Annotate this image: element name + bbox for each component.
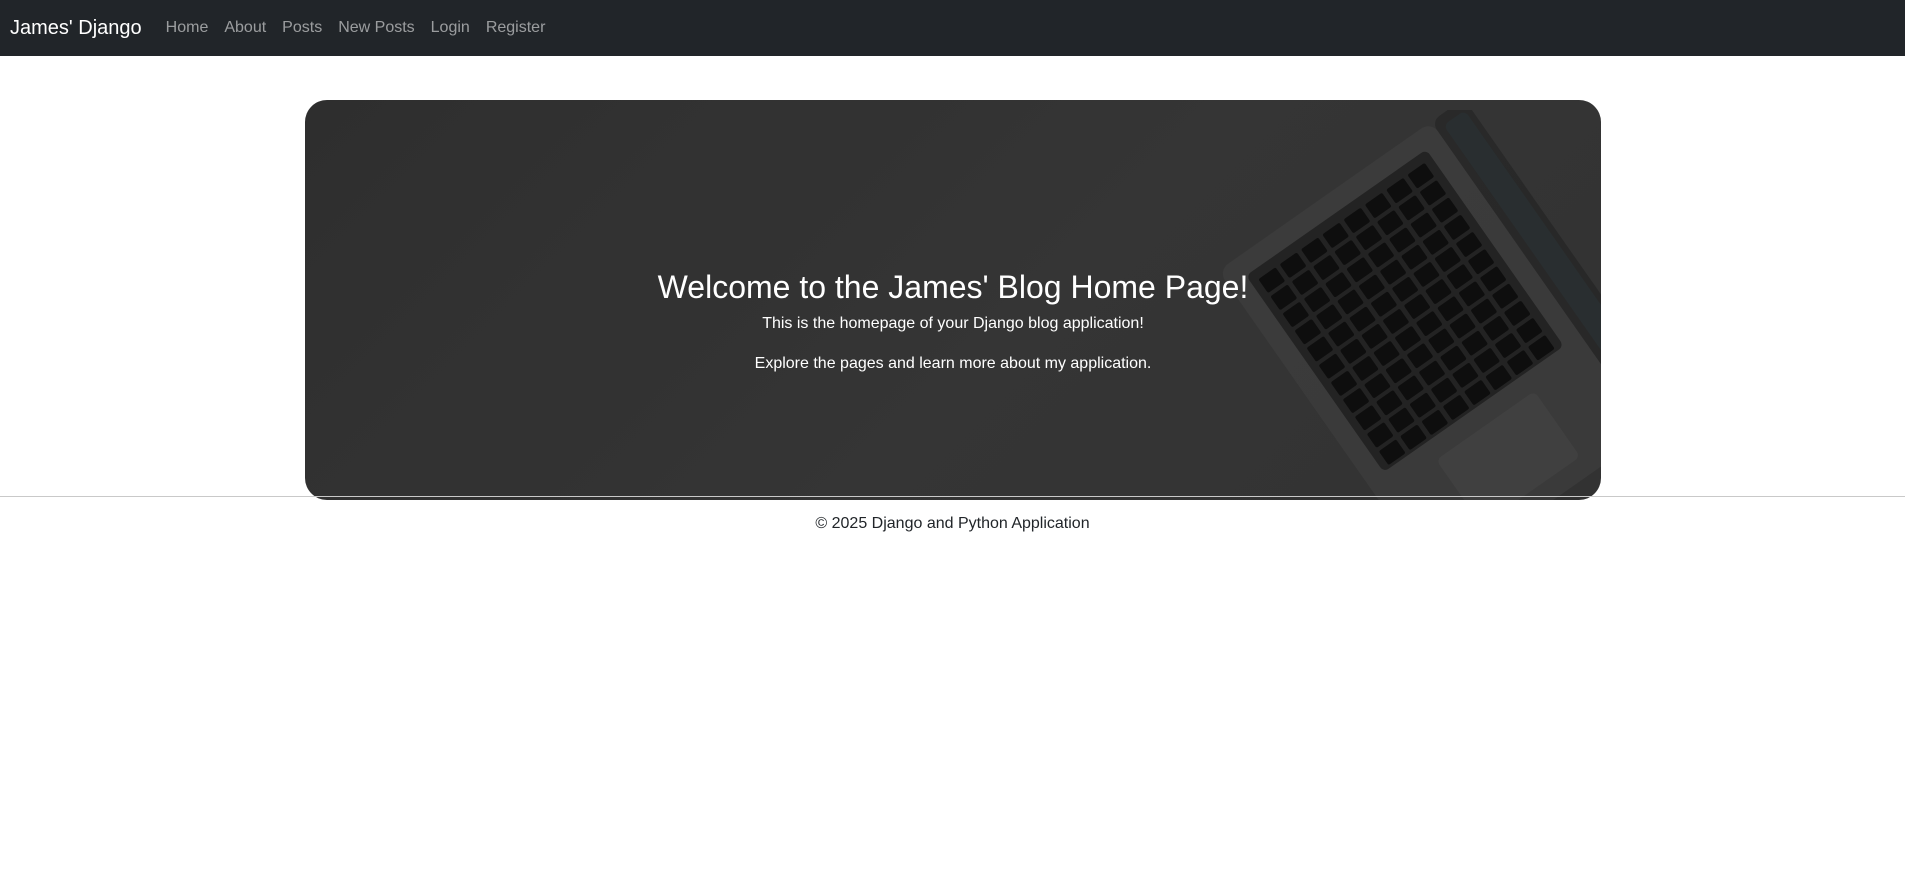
nav-link-posts[interactable]: Posts [282, 19, 322, 36]
hero-content: Welcome to the James' Blog Home Page! Th… [305, 268, 1601, 376]
footer-copyright: © 2025 Django and Python Application [815, 515, 1090, 532]
nav-link-register[interactable]: Register [486, 19, 546, 36]
hero-banner: Welcome to the James' Blog Home Page! Th… [305, 100, 1601, 500]
nav-links: Home About Posts New Posts Login Registe… [166, 19, 562, 37]
hero-title: Welcome to the James' Blog Home Page! [657, 269, 1249, 305]
footer-divider [0, 496, 1905, 497]
navbar: James' Django Home About Posts New Posts… [0, 0, 1905, 56]
hero-description: Explore the pages and learn more about m… [754, 355, 1152, 373]
hero-subtitle: This is the homepage of your Django blog… [762, 315, 1144, 333]
nav-link-home[interactable]: Home [166, 19, 209, 36]
brand-link[interactable]: James' Django [10, 17, 142, 40]
nav-link-about[interactable]: About [224, 19, 266, 36]
nav-link-new-posts[interactable]: New Posts [338, 19, 414, 36]
nav-link-login[interactable]: Login [431, 19, 470, 36]
